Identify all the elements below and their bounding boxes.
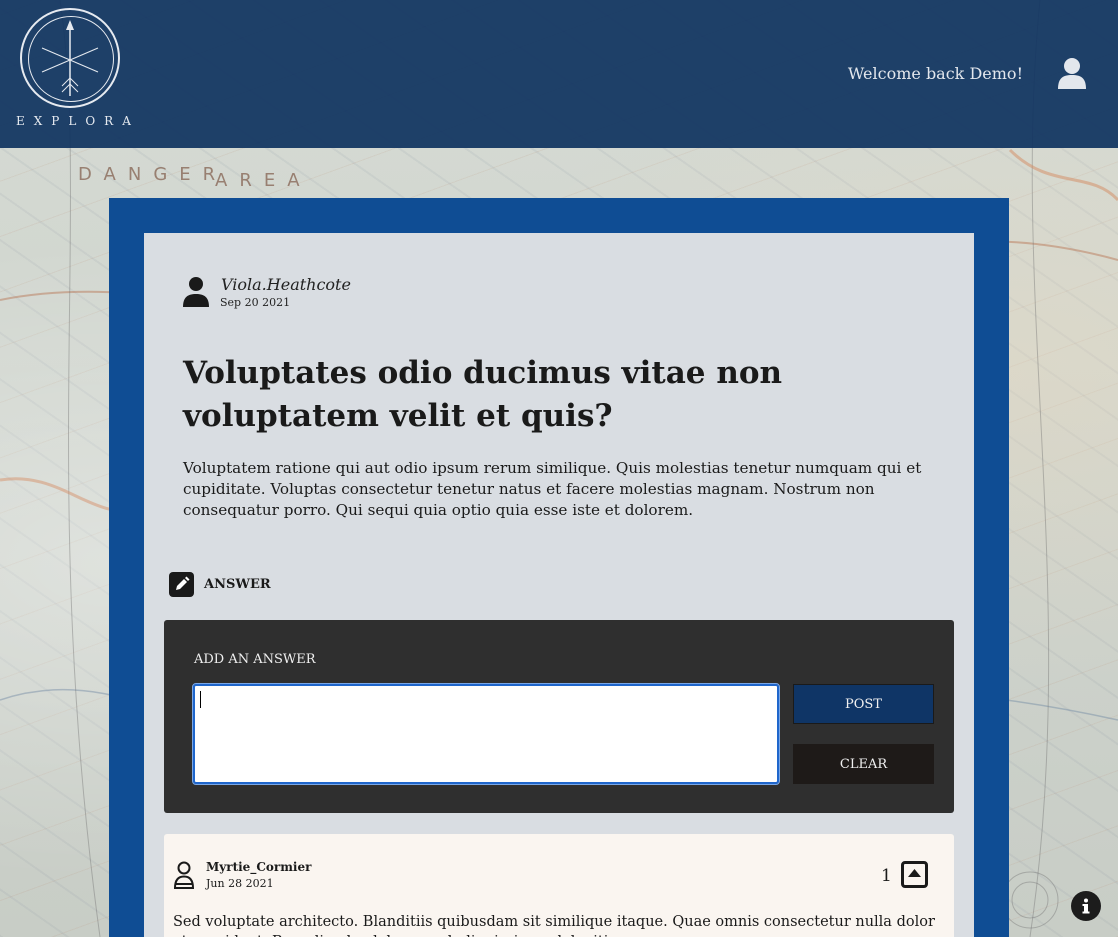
map-label-area: AREA <box>215 170 312 191</box>
upvote-count: 1 <box>881 866 892 886</box>
reply-date: Jun 28 2021 <box>206 877 274 890</box>
top-header: EXPLORA Welcome back Demo! <box>0 0 1118 148</box>
question-date: Sep 20 2021 <box>220 296 291 309</box>
post-button[interactable]: POST <box>793 684 934 724</box>
question-title: Voluptates odio ducimus vitae non volupt… <box>183 355 783 434</box>
welcome-message: Welcome back Demo! <box>847 64 1023 83</box>
clear-button[interactable]: CLEAR <box>793 744 934 784</box>
question-body: Voluptatem ratione qui aut odio ipsum re… <box>183 459 922 519</box>
caret-up-icon <box>908 869 921 877</box>
pencil-icon <box>176 576 190 590</box>
explora-logo[interactable]: EXPLORA <box>16 8 140 130</box>
answer-toggle-button[interactable] <box>169 572 194 597</box>
user-account-icon[interactable] <box>1057 57 1087 89</box>
compass-arrows-icon <box>41 20 99 96</box>
add-answer-label: ADD AN ANSWER <box>194 652 316 667</box>
logo-wordmark: EXPLORA <box>16 114 140 128</box>
author-person-icon <box>183 277 209 307</box>
reply-author-name[interactable]: Myrtie_Cormier <box>206 860 311 874</box>
upvote-button[interactable] <box>901 861 928 888</box>
text-cursor <box>200 691 201 708</box>
answer-tab-label[interactable]: ANSWER <box>204 577 271 592</box>
info-icon <box>1082 898 1090 914</box>
question-author-name[interactable]: Viola.Heathcote <box>221 275 351 294</box>
answer-textarea[interactable] <box>192 683 780 785</box>
reply-body: Sed voluptate architecto. Blanditiis qui… <box>173 914 935 937</box>
info-button[interactable] <box>1071 891 1101 921</box>
map-label-danger: DANGER <box>78 164 228 185</box>
reply-author-person-icon <box>173 861 195 889</box>
